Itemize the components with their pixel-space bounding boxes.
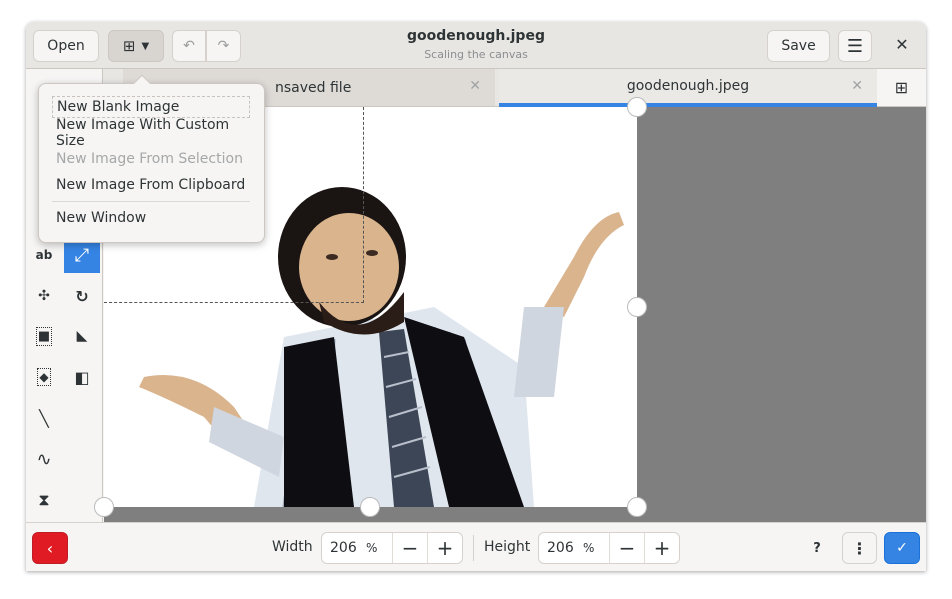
resize-handle-bottom-right[interactable] [627,497,647,517]
expand-icon: ⤢ [74,244,90,266]
help-icon: ? [813,540,821,556]
width-increase-button[interactable]: + [427,533,462,563]
height-decrease-button[interactable]: − [609,533,644,563]
menu-item-new-image-custom-size[interactable]: New Image With Custom Size [52,117,250,149]
header-bar: Open ⊞ ▼ ↶ ↷ goodenough.jpeg Scaling the… [26,22,926,69]
new-image-menu: New Blank Image New Image With Custom Si… [38,74,265,243]
tab-close-icon[interactable]: ✕ [469,78,481,94]
width-label: Width [272,539,313,555]
kebab-icon: ⋮ [851,538,868,558]
filters-tool[interactable]: ✣ [26,278,62,314]
menu-item-new-blank-image[interactable]: New Blank Image [52,96,250,118]
rect-select-tool[interactable]: ■ [26,318,62,354]
tab-label: nsaved file [275,79,352,96]
menu-item-new-image-from-clipboard[interactable]: New Image From Clipboard [52,174,250,196]
new-tab-button[interactable]: ⊞ [877,69,926,106]
close-icon: ✕ [895,35,909,54]
width-decrease-button[interactable]: − [392,533,427,563]
shape-tool[interactable]: ⧗ [26,482,62,518]
color-tool[interactable]: ◧ [64,359,100,395]
curve-tool[interactable]: ∿ [26,441,62,477]
save-label: Save [781,38,816,54]
text-icon: ab [35,248,53,262]
new-tab-icon: ⊞ [894,78,909,97]
tab-label: goodenough.jpeg [626,78,750,94]
resize-handle-top-right[interactable] [627,97,647,117]
close-window-button[interactable]: ✕ [888,35,916,57]
menu-item-new-image-from-selection: New Image From Selection [56,151,243,167]
width-value[interactable]: 206 [322,533,366,563]
shape-icon: ⧗ [38,490,50,509]
chevron-left-icon: ‹ [46,538,54,558]
resize-handle-bottom[interactable] [360,497,380,517]
width-spinbutton[interactable]: 206 % − + [321,532,463,564]
height-label: Height [484,539,531,555]
main-menu-button[interactable]: ☰ [838,30,872,62]
line-icon: ╲ [39,408,49,428]
save-button[interactable]: Save [767,30,830,62]
checkmark-icon: ✓ [896,540,908,556]
more-options-button[interactable]: ⋮ [842,532,877,564]
height-increase-button[interactable]: + [644,533,679,563]
hamburger-icon: ☰ [846,35,864,57]
rect-select-icon: ■ [35,326,53,346]
scale-options-bar: ‹ Width 206 % − + Height 206 % − + ? ⋮ ✓ [26,522,926,571]
resize-handle-bottom-left[interactable] [94,497,114,517]
skew-icon: ◣ [76,328,88,344]
sparkles-icon: ✣ [38,288,50,304]
divider [473,535,474,561]
menu-item-new-window[interactable]: New Window [52,207,250,229]
tab-close-icon[interactable]: ✕ [851,78,863,94]
selection-guide-horizontal [104,302,364,303]
line-tool[interactable]: ╲ [26,400,62,436]
rotate-icon: ↻ [75,286,89,306]
rotate-tool[interactable]: ↻ [64,278,100,314]
tab-goodenough[interactable]: goodenough.jpeg ✕ [499,69,877,107]
contrast-icon: ◧ [74,367,90,387]
help-button[interactable]: ? [806,537,828,559]
height-value[interactable]: 206 [539,533,583,563]
free-select-icon: ◆ [37,368,51,386]
height-unit: % [583,541,595,555]
menu-separator [52,201,250,202]
curve-icon: ∿ [36,448,52,470]
skew-tool[interactable]: ◣ [64,318,100,354]
height-spinbutton[interactable]: 206 % − + [538,532,680,564]
apply-button[interactable]: ✓ [884,532,920,564]
selection-guide-vertical [363,107,364,303]
cancel-button[interactable]: ‹ [32,532,68,564]
free-select-tool[interactable]: ◆ [26,359,62,395]
resize-handle-right[interactable] [627,297,647,317]
app-window: Open ⊞ ▼ ↶ ↷ goodenough.jpeg Scaling the… [26,22,926,571]
width-unit: % [366,541,378,555]
